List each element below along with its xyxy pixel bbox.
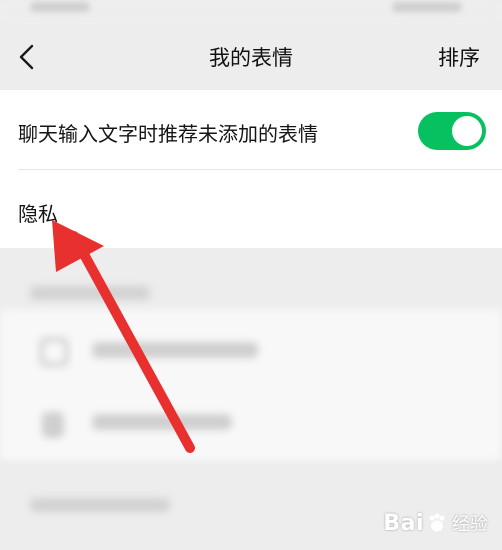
blurred-list-item	[92, 414, 232, 430]
settings-card: 聊天输入文字时推荐未添加的表情 隐私	[0, 90, 502, 248]
recommend-stickers-label: 聊天输入文字时推荐未添加的表情	[18, 122, 318, 146]
privacy-row[interactable]: 隐私	[0, 170, 502, 248]
blurred-list	[0, 310, 502, 460]
blurred-content	[0, 248, 502, 550]
sticker-icon	[42, 412, 64, 438]
watermark-text-suffix: 经验	[452, 514, 488, 535]
navigation-bar: 我的表情 排序	[0, 24, 502, 90]
recommend-stickers-row: 聊天输入文字时推荐未添加的表情	[0, 90, 502, 170]
page-title: 我的表情	[209, 46, 293, 70]
baidu-watermark: Bai 经验	[383, 506, 488, 540]
status-bar-icons	[392, 2, 462, 12]
status-bar	[0, 0, 502, 24]
toggle-knob	[452, 116, 482, 146]
recommend-stickers-toggle[interactable]	[418, 112, 486, 150]
status-bar-time	[30, 2, 90, 12]
blurred-section-header	[30, 286, 150, 300]
paw-icon	[429, 513, 445, 532]
privacy-label: 隐私	[18, 202, 58, 226]
heart-icon	[40, 338, 68, 366]
watermark-text-prefix: Bai	[383, 510, 424, 536]
blurred-section-header	[30, 498, 170, 512]
sort-button[interactable]: 排序	[438, 42, 480, 72]
blurred-list-item	[92, 342, 258, 358]
